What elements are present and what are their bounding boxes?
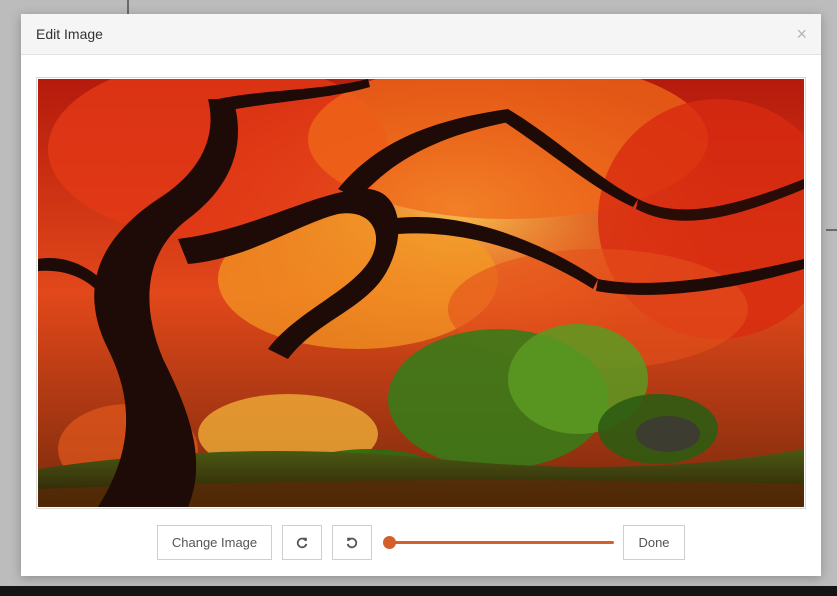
close-button[interactable]: ×: [796, 25, 807, 43]
done-button[interactable]: Done: [623, 525, 685, 560]
dialog-header: Edit Image ×: [21, 14, 821, 55]
zoom-slider-track[interactable]: [389, 541, 614, 544]
image-preview[interactable]: [36, 77, 806, 509]
rotate-left-button[interactable]: [332, 525, 372, 560]
background-divider: [127, 0, 129, 14]
autumn-tree-image: [38, 79, 804, 507]
rotate-clockwise-icon: [296, 537, 308, 548]
background-divider: [826, 229, 837, 231]
dialog-title: Edit Image: [36, 26, 103, 42]
edit-image-dialog: Edit Image × Change Image Done: [21, 14, 821, 576]
zoom-slider[interactable]: [383, 533, 615, 553]
page-footer-bar: [0, 586, 837, 596]
rotate-right-button[interactable]: [282, 525, 322, 560]
rotate-counterclockwise-icon: [346, 537, 358, 548]
change-image-button[interactable]: Change Image: [157, 525, 272, 560]
zoom-slider-thumb[interactable]: [383, 536, 396, 549]
